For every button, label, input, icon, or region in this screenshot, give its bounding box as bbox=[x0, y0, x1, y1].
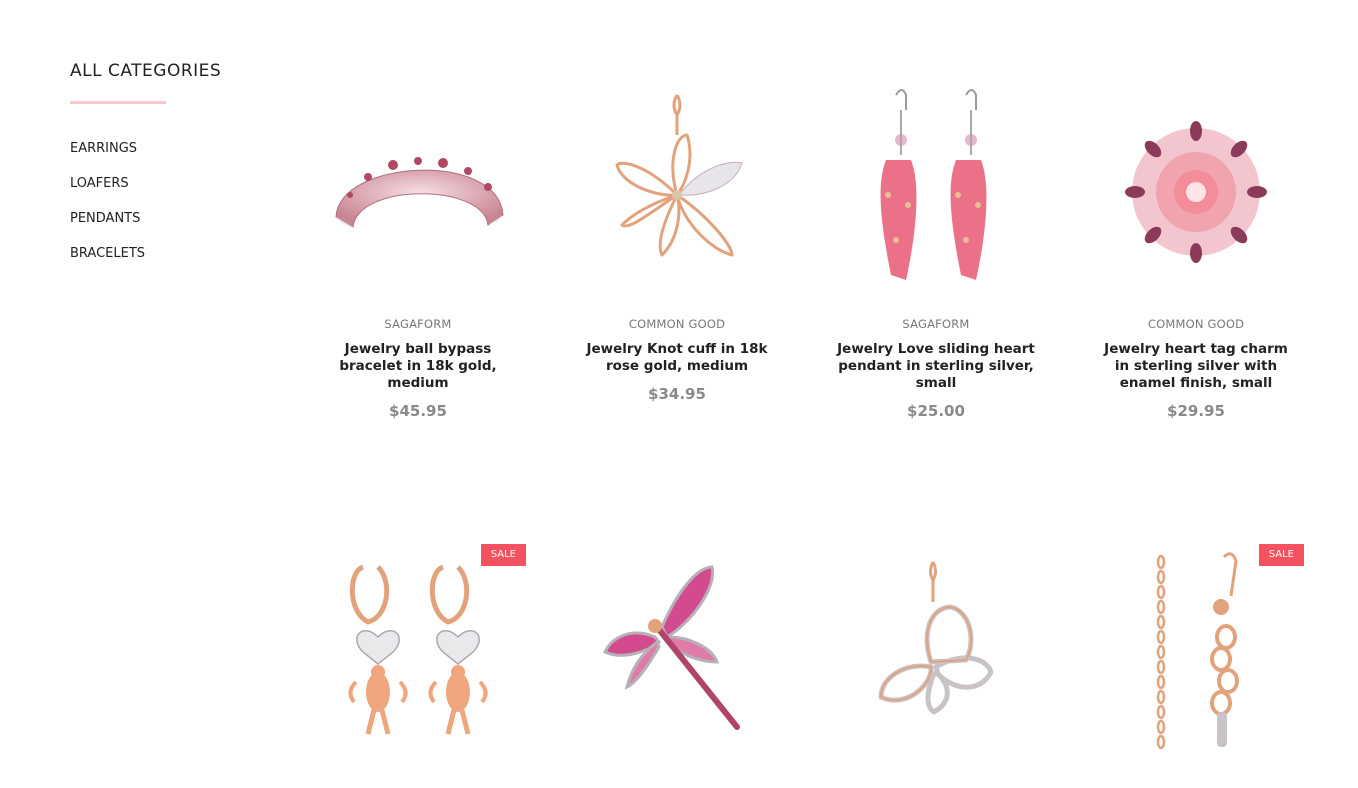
product-card[interactable]: SAGAFORM Jewelry ball bypass bracelet in… bbox=[308, 65, 528, 421]
product-brand: SAGAFORM bbox=[384, 317, 452, 331]
product-image[interactable] bbox=[567, 542, 787, 788]
product-name[interactable]: Jewelry Knot cuff in 18k rose gold, medi… bbox=[577, 341, 777, 375]
shop-page: ALL CATEGORIES EARRINGS LOAFERS PENDANTS… bbox=[0, 0, 1358, 788]
brooch-icon bbox=[1125, 121, 1267, 263]
product-price: $29.95 bbox=[1167, 402, 1225, 420]
product-name[interactable]: Jewelry heart tag charm in sterling silv… bbox=[1096, 341, 1296, 392]
product-image[interactable] bbox=[1086, 65, 1306, 315]
category-sidebar: ALL CATEGORIES EARRINGS LOAFERS PENDANTS… bbox=[70, 58, 290, 280]
product-brand: COMMON GOOD bbox=[628, 317, 726, 331]
title-underline bbox=[70, 101, 166, 104]
sidebar-title: ALL CATEGORIES bbox=[70, 61, 222, 81]
butterfly-pendant-icon bbox=[878, 561, 994, 715]
product-card[interactable]: COMMON GOOD Jewelry heart tag charm in s… bbox=[1086, 65, 1306, 421]
product-image[interactable] bbox=[308, 65, 528, 315]
product-brand: COMMON GOOD bbox=[1147, 317, 1245, 331]
sale-badge: SALE bbox=[480, 544, 526, 566]
product-name[interactable]: Jewelry Love sliding heart pendant in st… bbox=[836, 341, 1036, 392]
category-list: EARRINGS LOAFERS PENDANTS BRACELETS bbox=[70, 140, 290, 280]
category-bracelets[interactable]: BRACELETS bbox=[70, 245, 290, 280]
product-image[interactable]: SALE bbox=[308, 542, 528, 788]
product-card[interactable]: COMMON GOOD Jewelry Knot cuff in 18k ros… bbox=[567, 65, 787, 404]
product-card[interactable]: SAGAFORM Jewelry Love sliding heart pend… bbox=[826, 65, 1046, 421]
product-price: $25.00 bbox=[907, 402, 965, 420]
category-pendants[interactable]: PENDANTS bbox=[70, 210, 290, 245]
product-card[interactable]: SALE bbox=[1086, 542, 1306, 788]
product-brand: SAGAFORM bbox=[902, 317, 970, 331]
cupid-earrings-icon bbox=[348, 564, 488, 735]
product-price: $34.95 bbox=[648, 385, 706, 403]
product-image[interactable] bbox=[567, 65, 787, 315]
category-earrings[interactable]: EARRINGS bbox=[70, 140, 290, 175]
product-card[interactable]: SALE bbox=[308, 542, 528, 788]
dragonfly-brooch-icon bbox=[603, 565, 740, 730]
drop-earrings-icon bbox=[880, 89, 987, 280]
flower-pendant-icon bbox=[615, 94, 743, 257]
category-loafers[interactable]: LOAFERS bbox=[70, 175, 290, 210]
bracelet-cuff-icon bbox=[335, 157, 504, 230]
sale-badge: SALE bbox=[1258, 544, 1304, 566]
product-image[interactable]: SALE bbox=[1086, 542, 1306, 788]
product-price: $45.95 bbox=[389, 402, 447, 420]
product-image[interactable] bbox=[826, 542, 1046, 788]
chain-bracelet-icon bbox=[1156, 552, 1239, 750]
product-name[interactable]: Jewelry ball bypass bracelet in 18k gold… bbox=[318, 341, 518, 392]
product-card[interactable] bbox=[567, 542, 787, 788]
product-card[interactable] bbox=[826, 542, 1046, 788]
product-image[interactable] bbox=[826, 65, 1046, 315]
